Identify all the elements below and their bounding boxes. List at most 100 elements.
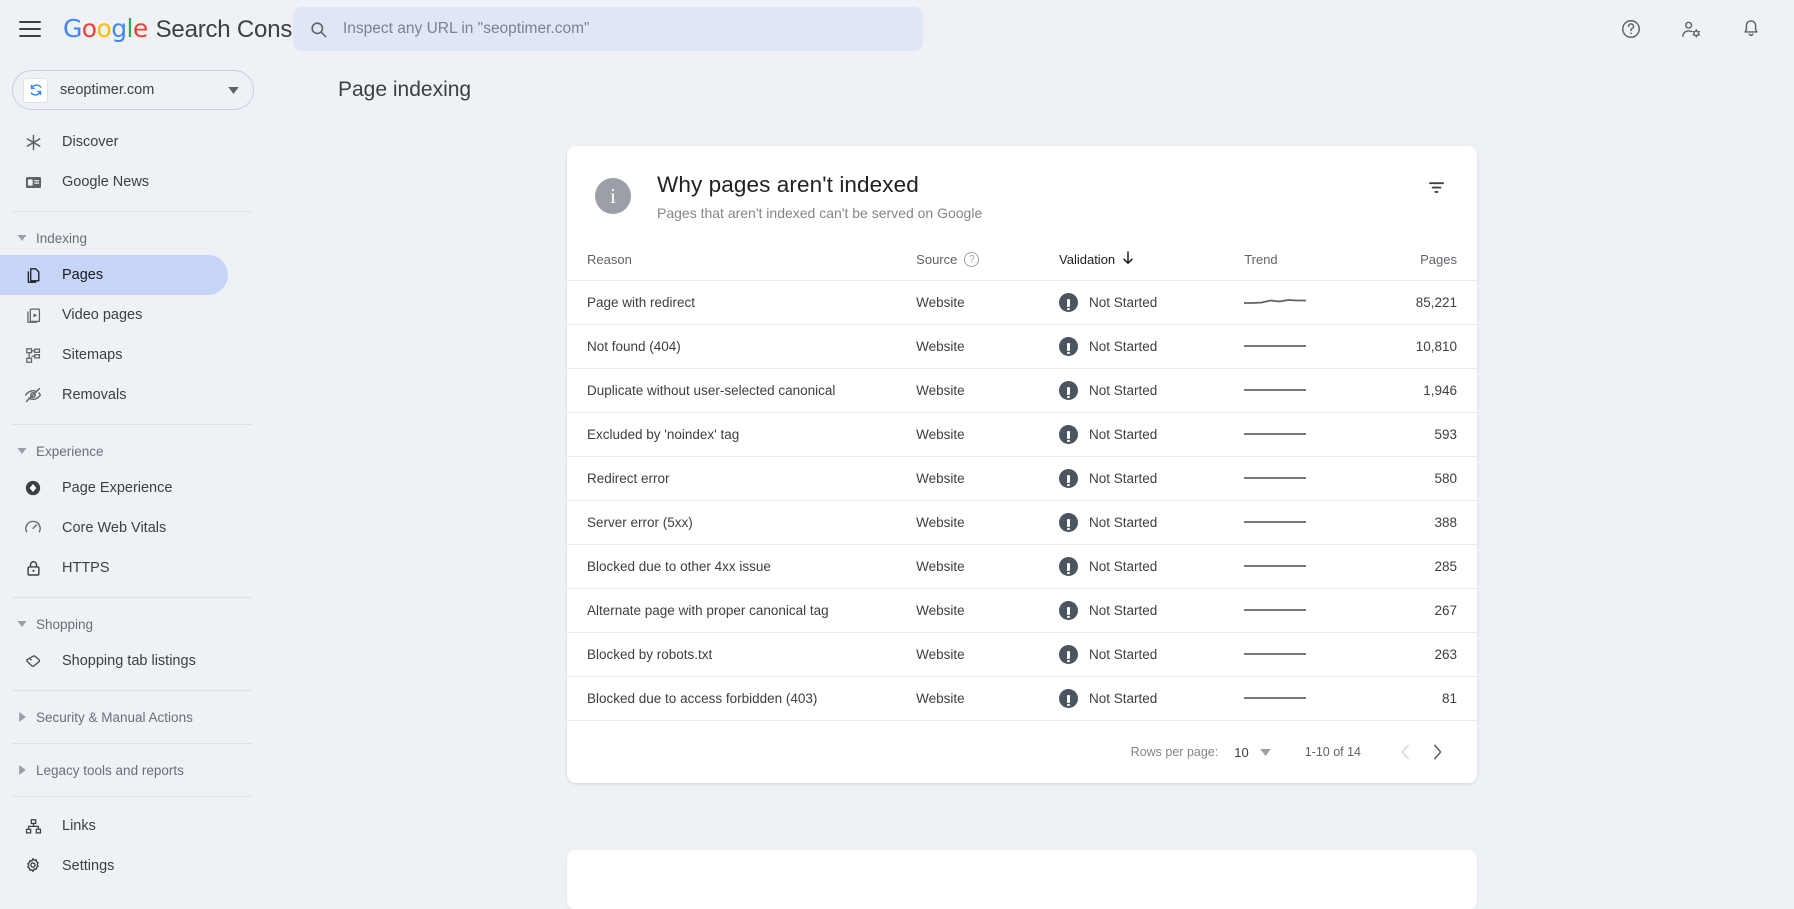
sidebar-item-sitemaps[interactable]: Sitemaps [0, 335, 228, 375]
card-title-block: Why pages aren't indexed Pages that aren… [657, 172, 982, 221]
sidebar-item-removals[interactable]: Removals [0, 375, 228, 415]
sidebar-item-discover[interactable]: Discover [0, 122, 228, 162]
cell-pages-count: 81 [1371, 677, 1477, 721]
rows-per-page-value[interactable]: 10 [1234, 745, 1248, 760]
sidebar-item-settings[interactable]: Settings [0, 846, 228, 886]
sidebar-item-shopping-tab-listings[interactable]: Shopping tab listings [0, 641, 228, 681]
sidebar-group-indexing[interactable]: Indexing [0, 221, 270, 255]
sidebar-divider [12, 690, 252, 691]
column-header-source[interactable]: Source ? [916, 243, 1059, 281]
sidebar-item-label: Sitemaps [62, 347, 122, 363]
cell-reason[interactable]: Blocked due to other 4xx issue [567, 545, 916, 589]
sidebar-item-https[interactable]: HTTPS [0, 548, 228, 588]
card-title: Why pages aren't indexed [657, 172, 982, 198]
sidebar-divider [12, 796, 252, 797]
sidebar-item-pages[interactable]: Pages [0, 255, 228, 295]
cell-source: Website [916, 325, 1059, 369]
sidebar-divider [12, 424, 252, 425]
trend-sparkline [1244, 691, 1306, 707]
cell-validation: Not Started [1059, 545, 1244, 589]
caret-down-icon [14, 235, 30, 241]
card-subtitle: Pages that aren't indexed can't be serve… [657, 205, 982, 221]
cell-reason[interactable]: Redirect error [567, 457, 916, 501]
table-row[interactable]: Redirect errorWebsiteNot Started580 [567, 457, 1477, 501]
column-label: Pages [1420, 252, 1457, 267]
sidebar-item-core-web-vitals[interactable]: Core Web Vitals [0, 508, 228, 548]
table-row[interactable]: Not found (404)WebsiteNot Started10,810 [567, 325, 1477, 369]
cell-pages-count: 267 [1371, 589, 1477, 633]
cell-pages-count: 85,221 [1371, 281, 1477, 325]
column-label: Trend [1244, 252, 1277, 267]
filter-funnel-icon[interactable] [1419, 170, 1453, 204]
help-icon[interactable] [1612, 10, 1650, 48]
property-selector[interactable]: seoptimer.com [12, 70, 254, 110]
sidebar-group-legacy-tools[interactable]: Legacy tools and reports [0, 753, 270, 787]
sidebar-item-label: Pages [62, 267, 103, 283]
validation-status-text: Not Started [1089, 471, 1157, 486]
column-header-pages[interactable]: Pages [1371, 243, 1477, 281]
table-row[interactable]: Excluded by 'noindex' tagWebsiteNot Star… [567, 413, 1477, 457]
table-row[interactable]: Page with redirectWebsiteNot Started85,2… [567, 281, 1477, 325]
cell-validation: Not Started [1059, 677, 1244, 721]
cell-reason[interactable]: Excluded by 'noindex' tag [567, 413, 916, 457]
cell-source: Website [916, 501, 1059, 545]
cell-reason[interactable]: Not found (404) [567, 325, 916, 369]
column-header-trend[interactable]: Trend [1244, 243, 1371, 281]
cell-source: Website [916, 677, 1059, 721]
trend-sparkline [1244, 339, 1306, 355]
table-row[interactable]: Blocked due to other 4xx issueWebsiteNot… [567, 545, 1477, 589]
rows-per-page-label: Rows per page: [1131, 745, 1219, 759]
gear-icon [22, 855, 44, 877]
cell-reason[interactable]: Duplicate without user-selected canonica… [567, 369, 916, 413]
sidebar-item-video-pages[interactable]: Video pages [0, 295, 228, 335]
validation-status-text: Not Started [1089, 603, 1157, 618]
sidebar-group-security-manual-actions[interactable]: Security & Manual Actions [0, 700, 270, 734]
cell-trend [1244, 281, 1371, 325]
lock-icon [22, 557, 44, 579]
cell-reason[interactable]: Alternate page with proper canonical tag [567, 589, 916, 633]
chevron-down-icon[interactable] [1260, 749, 1271, 756]
cell-reason[interactable]: Blocked due to access forbidden (403) [567, 677, 916, 721]
sidebar-item-google-news[interactable]: Google News [0, 162, 228, 202]
trend-sparkline [1244, 427, 1306, 443]
alert-circle-icon [1059, 381, 1078, 400]
help-circle-icon[interactable]: ? [964, 252, 979, 267]
table-header-row: Reason Source ? Validation [567, 243, 1477, 281]
table-row[interactable]: Duplicate without user-selected canonica… [567, 369, 1477, 413]
cell-trend [1244, 633, 1371, 677]
column-header-validation[interactable]: Validation [1059, 243, 1244, 281]
url-inspection-search[interactable]: Inspect any URL in "seoptimer.com" [293, 7, 923, 51]
sidebar-item-page-experience[interactable]: Page Experience [0, 468, 228, 508]
eye-off-icon [22, 384, 44, 406]
menu-icon[interactable] [19, 21, 41, 37]
table-row[interactable]: Alternate page with proper canonical tag… [567, 589, 1477, 633]
trend-sparkline [1244, 603, 1306, 619]
cell-validation: Not Started [1059, 325, 1244, 369]
top-app-bar: Google Search Console Inspect any URL in… [0, 0, 1794, 58]
sidebar-group-experience[interactable]: Experience [0, 434, 270, 468]
trend-sparkline [1244, 383, 1306, 399]
cell-reason[interactable]: Blocked by robots.txt [567, 633, 916, 677]
table-row[interactable]: Blocked by robots.txtWebsiteNot Started2… [567, 633, 1477, 677]
previous-page-button[interactable] [1389, 736, 1421, 768]
sidebar-item-links[interactable]: Links [0, 806, 228, 846]
cell-reason[interactable]: Server error (5xx) [567, 501, 916, 545]
validation-status-text: Not Started [1089, 339, 1157, 354]
sidebar-item-label: Removals [62, 387, 126, 403]
page-indexing-table: Reason Source ? Validation [567, 243, 1477, 721]
property-favicon-icon [23, 78, 48, 103]
table-row[interactable]: Blocked due to access forbidden (403)Web… [567, 677, 1477, 721]
links-network-icon [22, 815, 44, 837]
next-page-button[interactable] [1421, 736, 1453, 768]
column-header-reason[interactable]: Reason [567, 243, 916, 281]
cell-source: Website [916, 369, 1059, 413]
cell-trend [1244, 325, 1371, 369]
account-settings-icon[interactable] [1672, 10, 1710, 48]
sidebar-group-shopping[interactable]: Shopping [0, 607, 270, 641]
notifications-bell-icon[interactable] [1732, 10, 1770, 48]
validation-status-text: Not Started [1089, 515, 1157, 530]
card-header: i Why pages aren't indexed Pages that ar… [567, 146, 1477, 225]
cell-pages-count: 285 [1371, 545, 1477, 589]
cell-reason[interactable]: Page with redirect [567, 281, 916, 325]
table-row[interactable]: Server error (5xx)WebsiteNot Started388 [567, 501, 1477, 545]
